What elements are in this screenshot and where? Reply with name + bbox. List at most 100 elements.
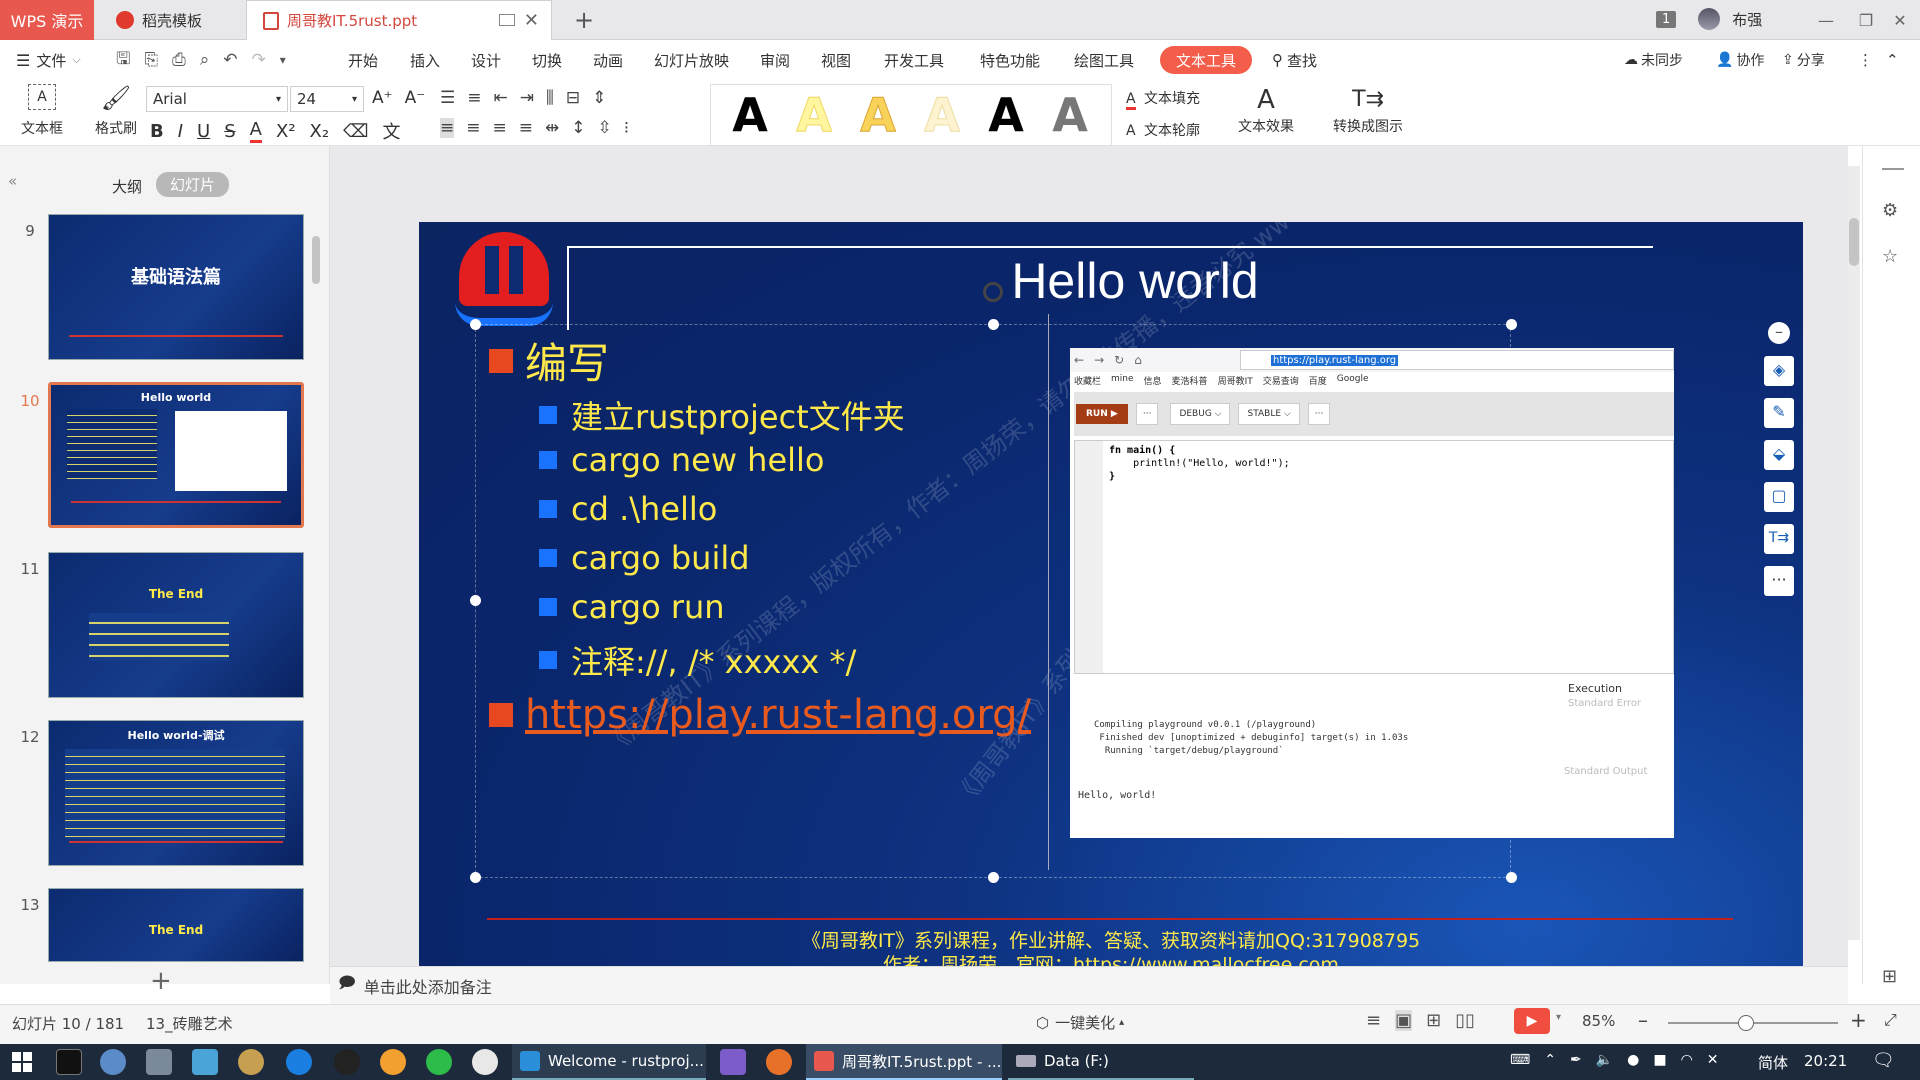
increase-indent-icon[interactable]: ⇥ (520, 88, 534, 108)
app-menu-tab[interactable]: WPS 演示 (0, 0, 94, 40)
resize-handle[interactable] (470, 872, 481, 883)
export-icon[interactable]: ⎘ (144, 50, 158, 70)
zoom-slider[interactable] (1668, 1015, 1838, 1031)
align-left-icon[interactable]: ≡ (440, 118, 455, 138)
menu-home[interactable]: 开始 (348, 40, 378, 80)
decrease-indent-icon[interactable]: ⇤ (494, 88, 508, 108)
wechat-icon[interactable] (426, 1049, 452, 1075)
tab-slides[interactable]: 幻灯片 (156, 172, 230, 197)
justify-icon[interactable]: ≡ (519, 118, 533, 138)
slide-thumbnail-11[interactable]: The End (48, 552, 304, 698)
page-count-badge[interactable]: 1 (1656, 10, 1677, 28)
add-slide-button[interactable]: + (150, 966, 172, 996)
phonetic-icon[interactable]: 文 (383, 118, 401, 144)
app-tray-icon[interactable]: ■ (1653, 1052, 1666, 1068)
slide-sorter-icon[interactable]: ⊞ (1426, 1010, 1441, 1031)
layers-icon[interactable]: ◈ (1764, 356, 1794, 386)
text-style-yellow-light[interactable]: A (783, 87, 845, 143)
more-menu-icon[interactable]: ⋮ (1858, 40, 1873, 80)
collapse-panel-icon[interactable]: « (8, 172, 17, 190)
keyboard-icon[interactable]: ⌨ (1510, 1052, 1530, 1068)
superscript-icon[interactable]: X² (276, 121, 296, 142)
bullet-list-icon[interactable]: ☰ (440, 88, 455, 108)
slide-thumbnail-13[interactable]: The End (48, 888, 304, 962)
clock[interactable]: 20:21 (1804, 1052, 1847, 1070)
notes-toggle-icon[interactable]: ≡ (1366, 1010, 1381, 1031)
menu-slideshow[interactable]: 幻灯片放映 (654, 40, 729, 80)
strikethrough-icon[interactable]: S (224, 121, 235, 142)
menu-drawing-tools[interactable]: 绘图工具 (1074, 40, 1134, 80)
add-tab-button[interactable]: + (570, 6, 598, 34)
app-icon[interactable] (238, 1049, 264, 1075)
subscript-icon[interactable]: X₂ (310, 121, 330, 142)
customize-icon[interactable]: ▾ (280, 53, 286, 67)
tab-docer-template[interactable]: 稻壳模板 (100, 0, 240, 40)
avatar[interactable] (1698, 8, 1721, 30)
visual-studio-icon[interactable] (720, 1049, 746, 1075)
pen-icon[interactable]: ✎ (1764, 398, 1794, 428)
columns-icon[interactable]: ⫼ (546, 88, 554, 108)
underline-icon[interactable]: U (197, 121, 210, 142)
fit-window-icon[interactable]: ⤢ (1884, 1010, 1897, 1030)
chevron-up-icon[interactable]: ⌃ (1544, 1052, 1556, 1068)
notification-icon[interactable]: 🗨 (1872, 1050, 1895, 1071)
notes-bar[interactable]: 🗩 单击此处添加备注 (330, 966, 1848, 1004)
menu-transition[interactable]: 切换 (532, 40, 562, 80)
calculator-icon[interactable] (146, 1049, 172, 1075)
resize-handle[interactable] (1506, 319, 1517, 330)
menu-text-tools[interactable]: 文本工具 (1160, 46, 1253, 74)
slide-canvas[interactable]: Hello world 《周哥教IT》系列课程，版权所有，作者：周扬荣，请勿非法… (419, 222, 1803, 1002)
windows-start-icon[interactable] (12, 1052, 32, 1072)
grow-font-icon[interactable]: A⁺ (372, 88, 393, 108)
resize-handle[interactable] (470, 595, 481, 606)
app-icon[interactable] (380, 1049, 406, 1075)
zoom-out-button[interactable]: – (1638, 1008, 1648, 1032)
italic-icon[interactable]: I (178, 121, 183, 142)
menu-animation[interactable]: 动画 (593, 40, 623, 80)
text-outline-button[interactable]: A 文本轮廓 (1126, 120, 1200, 140)
shrink-font-icon[interactable]: A⁻ (405, 88, 426, 108)
distribute-icon[interactable]: ⇹ (545, 118, 559, 138)
bold-icon[interactable]: B (150, 121, 164, 142)
share-button[interactable]: ⇪ 分享 (1782, 40, 1825, 80)
rotate-handle[interactable] (983, 282, 1003, 302)
align-center-icon[interactable]: ≡ (466, 118, 480, 138)
text-style-black[interactable]: A (719, 87, 781, 143)
slide-thumbnail-10[interactable]: Hello world (48, 382, 304, 528)
menu-review[interactable]: 审阅 (760, 40, 790, 80)
text-direction-icon[interactable]: ⇕ (592, 88, 606, 108)
thumbnail-scrollbar[interactable] (312, 236, 320, 284)
menu-design[interactable]: 设计 (471, 40, 501, 80)
slide-thumbnail-9[interactable]: 基础语法篇 (48, 214, 304, 360)
app-icon[interactable] (100, 1049, 126, 1075)
number-list-icon[interactable]: ≡ (467, 88, 481, 108)
qq-icon[interactable] (334, 1049, 360, 1075)
align-text-icon[interactable]: ⊟ (566, 88, 580, 108)
minimize-button[interactable]: — (1806, 0, 1846, 40)
convert-diagram-button[interactable]: T⇉ 转换成图示 (1318, 84, 1418, 136)
text-effect-button[interactable]: A 文本效果 (1228, 84, 1304, 136)
collaborate-button[interactable]: 👤 协作 (1716, 40, 1764, 80)
minus-circle-icon[interactable]: – (1768, 322, 1790, 344)
normal-view-icon[interactable]: ▣ (1395, 1010, 1413, 1031)
slide-title[interactable]: Hello world (579, 252, 1691, 310)
text-style-gray[interactable]: A (1039, 87, 1101, 143)
taskbar-vscode[interactable]: Welcome - rustproj... (512, 1044, 706, 1080)
menu-developer[interactable]: 开发工具 (884, 40, 944, 80)
print-icon[interactable]: ⎙ (172, 50, 186, 70)
beautify-button[interactable]: ⬡ 一键美化 ▴ (1036, 1012, 1124, 1033)
file-menu[interactable]: ☰ 文件 ⌵ (16, 40, 81, 80)
tab-current-document[interactable]: 周哥教IT.5rust.ppt ✕ (246, 0, 552, 40)
more-options-icon[interactable]: ··· (1764, 566, 1794, 596)
search-button[interactable]: ⚲ 查找 (1272, 40, 1317, 80)
qq-tray-icon[interactable]: ● (1627, 1052, 1639, 1068)
screen-icon[interactable] (499, 14, 515, 26)
grid-view-icon[interactable]: ⊞ (1882, 966, 1897, 987)
text-fill-button[interactable]: A 文本填充 (1126, 88, 1200, 110)
wifi-icon[interactable]: ◠ (1681, 1052, 1693, 1068)
font-size-select[interactable]: 24 ▾ (290, 86, 364, 112)
resize-handle[interactable] (470, 319, 481, 330)
font-name-select[interactable]: Arial ▾ (146, 86, 288, 112)
menu-insert[interactable]: 插入 (410, 40, 440, 80)
close-window-button[interactable]: ✕ (1880, 0, 1920, 40)
